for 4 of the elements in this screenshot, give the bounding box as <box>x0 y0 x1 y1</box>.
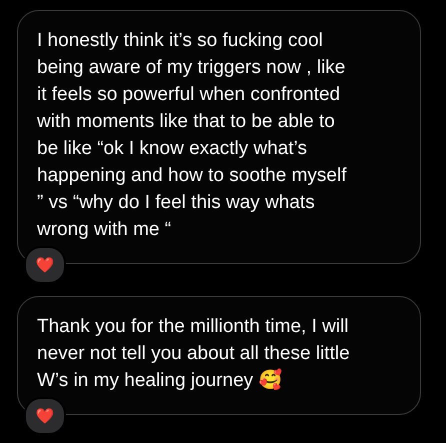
message-text: I honestly think it’s so fucking cool being aware of my triggers now , like it feels so powerful when confronted with moments like that to be able to be like “ok I know exactly what’s happening and how to soothe myself ” vs “why do I feel this way whats wrong with me “ <box>37 29 348 242</box>
message-text: Thank you for the millionth time, I will never not tell you about all these little W’s in my healing journey 🥰 <box>37 315 351 393</box>
reaction-badge[interactable]: ❤ <box>24 246 66 284</box>
reaction-badge[interactable]: ❤ <box>24 397 66 435</box>
